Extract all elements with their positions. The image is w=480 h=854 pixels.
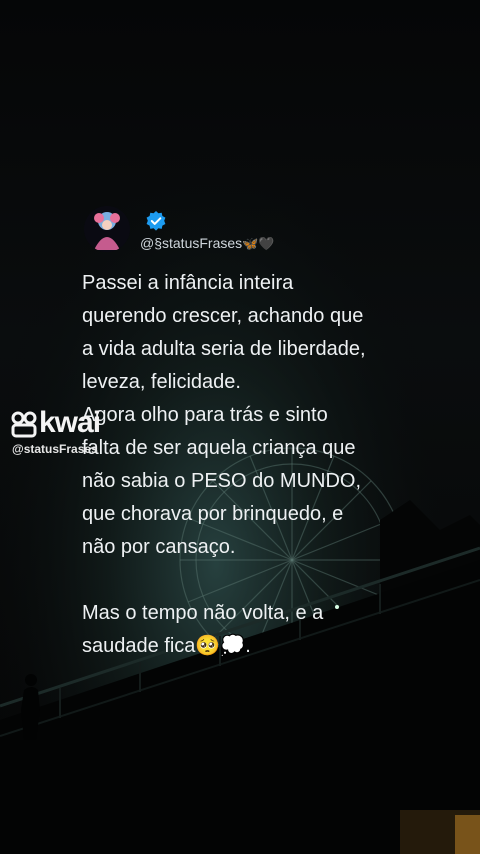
post-line: querendo crescer, achando que [82,305,364,327]
kwai-logo-icon [11,410,39,438]
closing-text: saudade fica [82,635,196,657]
black-heart-emoji: 🖤 [258,236,275,251]
post-line: que chorava por brinquedo, e [82,503,344,525]
verified-badge-icon [145,210,167,232]
post-text: Passei a infância inteira querendo cresc… [82,267,412,663]
post-line: não sabia o PESO do MUNDO, [82,470,362,492]
watermark-handle: @statusFrases [12,442,98,456]
post-closing-line: Mas o tempo não volta, e a [82,602,324,624]
post-line: não por cansaço. [82,536,236,558]
post-line: falta de ser aquela criança que [82,437,356,459]
post-line: a vida adulta seria de liberdade, [82,338,366,360]
post-line: Passei a infância inteira [82,272,294,294]
butterfly-emoji: 🦋 [242,236,259,251]
pleading-thought-emojis: 🥺💭 [195,635,246,657]
handle-text: @§statusFrases [140,235,243,251]
kwai-brand: kwai [39,406,101,439]
profile-avatar[interactable] [84,206,130,252]
post-line: leveza, felicidade. [82,371,241,393]
post-line: Agora olho para trás e sinto [82,404,328,426]
account-handle[interactable]: @§statusFrases🦋🖤 [140,235,275,252]
post-closing-line-2: saudade fica🥺💭. [82,630,412,663]
closing-period: . [245,635,251,657]
